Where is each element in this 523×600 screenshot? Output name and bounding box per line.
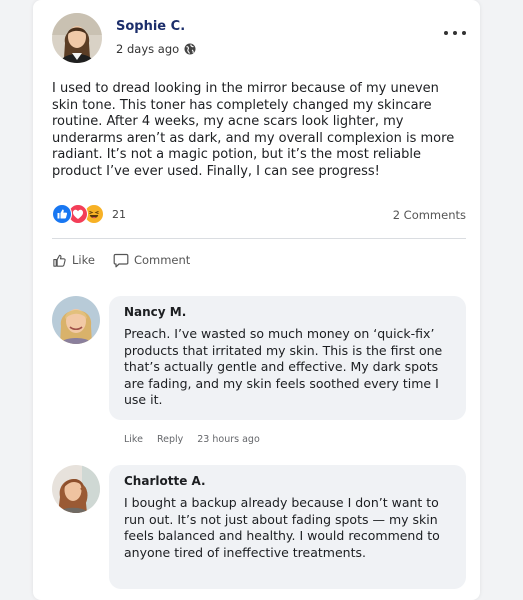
reaction-count[interactable]: 21 — [112, 208, 126, 221]
comment: Nancy M. Preach. I’ve wasted so much mon… — [52, 296, 466, 456]
comments-count-link[interactable]: 2 Comments — [393, 208, 466, 222]
divider — [52, 238, 466, 239]
thumbs-up-icon — [52, 253, 67, 268]
post-card: Sophie C. 2 days ago I used to dread loo… — [33, 0, 480, 600]
post-meta: 2 days ago — [116, 42, 196, 56]
comment-text: Preach. I’ve wasted so much money on ‘qu… — [124, 326, 443, 407]
comment-reply-button[interactable]: Reply — [157, 434, 183, 445]
post-actions: Like Comment — [52, 250, 190, 270]
speech-bubble-icon — [113, 253, 129, 268]
commenter-avatar[interactable] — [52, 296, 100, 344]
more-options-button[interactable] — [444, 26, 466, 40]
globe-icon — [184, 43, 196, 55]
more-dot-icon — [462, 31, 466, 35]
post-header: Sophie C. 2 days ago — [52, 13, 466, 65]
author-avatar[interactable] — [52, 13, 102, 63]
like-label: Like — [72, 253, 95, 267]
like-button[interactable]: Like — [52, 253, 95, 268]
comment-bubble: Nancy M. Preach. I’ve wasted so much mon… — [109, 296, 466, 420]
comment-like-button[interactable]: Like — [124, 434, 143, 445]
comment: Charlotte A. I bought a backup already b… — [52, 465, 466, 595]
comment-bubble: Charlotte A. I bought a backup already b… — [109, 465, 466, 589]
commenter-avatar[interactable] — [52, 465, 100, 513]
reactions-row: 21 2 Comments — [52, 204, 466, 226]
comment-label: Comment — [133, 253, 191, 267]
post-timestamp[interactable]: 2 days ago — [116, 42, 179, 56]
page: Sophie C. 2 days ago I used to dread loo… — [0, 0, 523, 600]
post-text: I used to dread looking in the mirror be… — [52, 81, 455, 179]
comment-button[interactable]: Comment — [113, 253, 190, 268]
more-dot-icon — [444, 31, 448, 35]
comment-actions: Like Reply 23 hours ago — [124, 434, 260, 445]
commenter-name[interactable]: Nancy M. — [124, 305, 454, 319]
author-name[interactable]: Sophie C. — [116, 19, 185, 34]
like-reaction-icon — [52, 204, 72, 224]
more-dot-icon — [453, 31, 457, 35]
comment-timestamp[interactable]: 23 hours ago — [197, 434, 260, 445]
comment-text: I bought a backup already because I don’… — [124, 495, 440, 560]
commenter-name[interactable]: Charlotte A. — [124, 474, 454, 488]
